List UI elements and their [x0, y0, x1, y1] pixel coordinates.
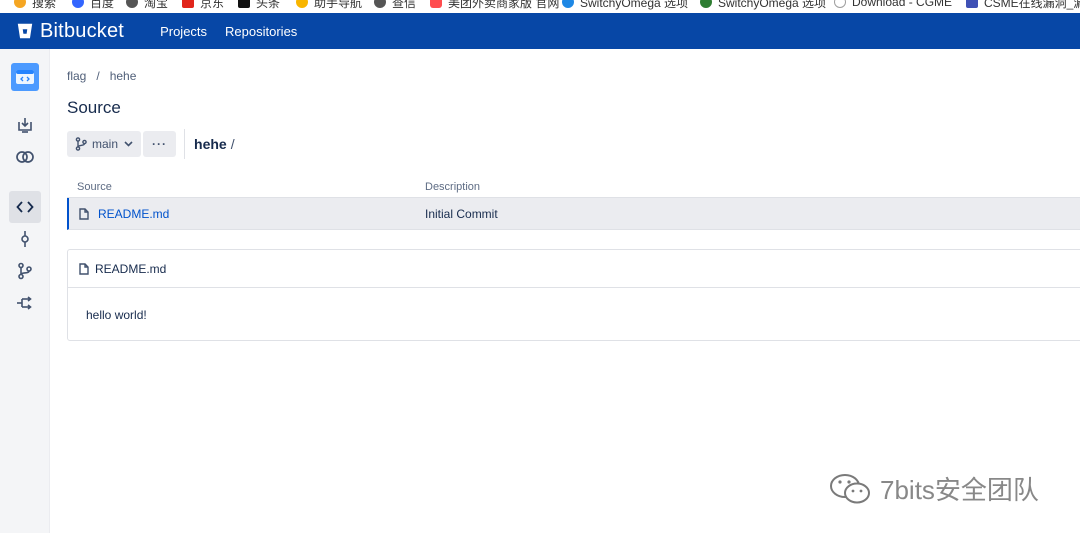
bookmark-icon	[238, 0, 250, 8]
file-path: hehe /	[194, 136, 235, 152]
path-repo-name[interactable]: hehe	[194, 136, 227, 152]
bookmark-icon	[562, 0, 574, 8]
file-link[interactable]: README.md	[69, 207, 425, 221]
bitbucket-logo[interactable]: Bitbucket	[16, 20, 124, 43]
bookmark-item[interactable]: 美团外卖商家版 官网	[430, 0, 559, 10]
file-table: Source Description README.md Initial Com…	[67, 176, 1080, 230]
bookmark-item[interactable]: CSME在线漏洞_漏	[966, 0, 1080, 10]
bookmark-icon	[834, 0, 846, 8]
top-navigation: Bitbucket Projects Repositories	[0, 13, 1080, 49]
bookmark-icon	[966, 0, 978, 8]
pull-requests-icon[interactable]	[9, 287, 41, 319]
watermark: 7bits安全团队	[828, 470, 1039, 507]
breadcrumb-project[interactable]: flag	[67, 69, 86, 83]
bookmark-icon	[72, 0, 84, 8]
bookmark-icon	[374, 0, 386, 8]
readme-content: hello world!	[86, 308, 147, 322]
table-header: Source Description	[67, 176, 1080, 198]
bookmark-item[interactable]: 搜索	[14, 0, 56, 10]
branches-icon[interactable]	[9, 255, 41, 287]
bookmark-item[interactable]: Download - CGME	[834, 0, 952, 10]
more-options-button[interactable]: ···	[143, 131, 177, 157]
file-icon	[79, 262, 89, 275]
page-title: Source	[67, 98, 121, 117]
breadcrumb-repo[interactable]: hehe	[110, 69, 137, 83]
nav-projects[interactable]: Projects	[160, 24, 207, 39]
bookmark-item[interactable]: SwitchyOmega 选项	[700, 0, 826, 10]
file-icon	[79, 207, 89, 220]
readme-header: README.md	[68, 250, 1080, 288]
bookmark-icon	[126, 0, 138, 8]
bitbucket-logo-icon	[17, 23, 33, 39]
nav-repositories[interactable]: Repositories	[225, 24, 297, 39]
bookmark-item[interactable]: 京东	[182, 0, 224, 10]
breadcrumb: flag / hehe	[67, 69, 136, 83]
bookmark-item[interactable]: 头条	[238, 0, 280, 10]
bookmark-item[interactable]: 查信	[374, 0, 416, 10]
column-header-source: Source	[77, 180, 112, 193]
repo-sidebar	[0, 49, 50, 533]
compare-icon[interactable]	[9, 141, 41, 173]
source-toolbar: main ··· hehe /	[67, 129, 235, 159]
commit-description: Initial Commit	[425, 206, 498, 221]
bookmarks-bar: 搜索 百度 淘宝 京东 头条 助手导航 查信 美团外卖商家版 官网 Switch…	[0, 0, 1080, 13]
bookmark-item[interactable]: 百度	[72, 0, 114, 10]
brand-name: Bitbucket	[40, 19, 125, 42]
table-row[interactable]: README.md Initial Commit	[67, 198, 1080, 230]
clone-icon[interactable]	[9, 109, 41, 141]
chevron-down-icon	[124, 141, 133, 147]
source-icon[interactable]	[9, 191, 41, 223]
toolbar-divider	[184, 129, 186, 159]
bookmark-icon	[182, 0, 194, 8]
bookmark-item[interactable]: SwitchyOmega 选项	[562, 0, 688, 10]
bookmark-icon	[14, 0, 26, 8]
readme-panel: README.md hello world!	[67, 249, 1080, 341]
bookmark-icon	[430, 0, 442, 8]
column-header-description: Description	[425, 180, 481, 193]
bookmark-icon	[700, 0, 712, 8]
file-name[interactable]: README.md	[98, 207, 169, 221]
commits-icon[interactable]	[9, 223, 41, 255]
branch-name: main	[92, 137, 119, 151]
path-separator: /	[230, 136, 235, 152]
breadcrumb-separator: /	[96, 69, 100, 83]
repo-avatar-icon[interactable]	[11, 63, 39, 91]
wechat-icon	[830, 473, 870, 503]
bookmark-item[interactable]: 淘宝	[126, 0, 168, 10]
bookmark-item[interactable]: 助手导航	[296, 0, 362, 10]
bookmark-icon	[296, 0, 308, 8]
readme-filename: README.md	[95, 261, 167, 276]
branch-icon	[75, 137, 87, 151]
branch-selector-button[interactable]: main	[67, 131, 142, 157]
watermark-text: 7bits安全团队	[880, 475, 1039, 505]
